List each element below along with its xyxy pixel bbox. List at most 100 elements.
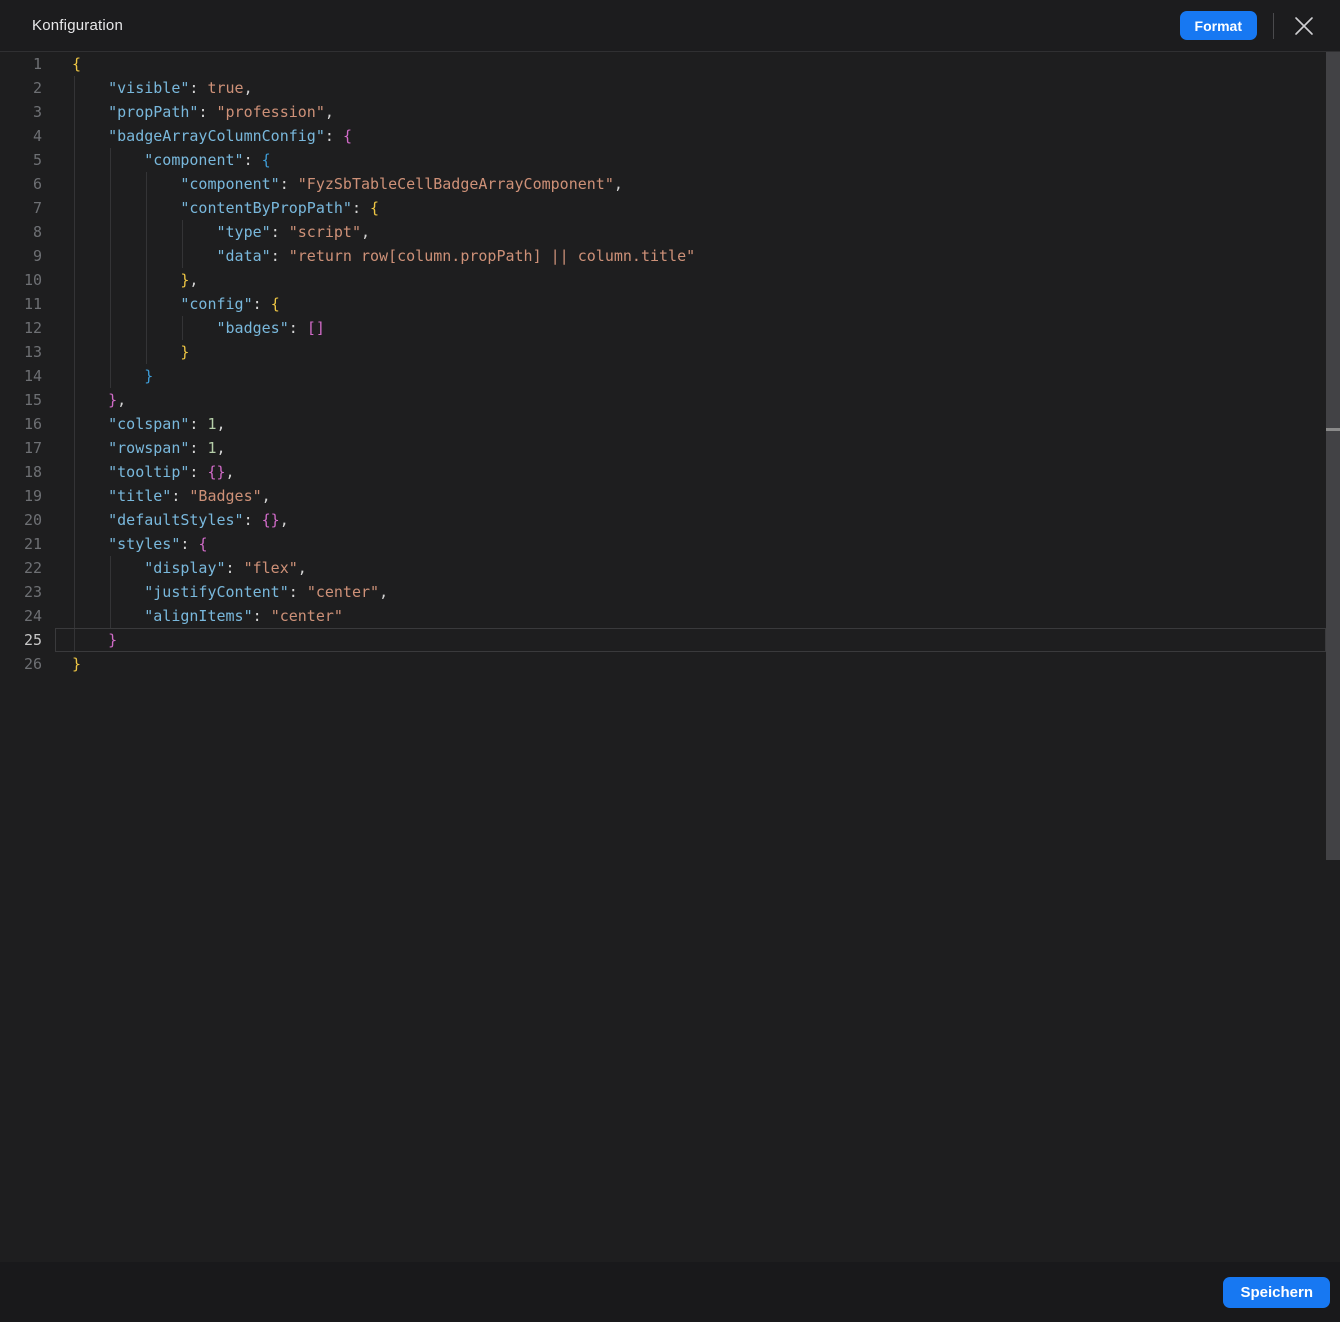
- code-line[interactable]: 11 "config": {: [0, 292, 1340, 316]
- indent-guide: [74, 244, 75, 268]
- code-line[interactable]: 20 "defaultStyles": {},: [0, 508, 1340, 532]
- code-token: "return row[column.propPath] || column.t…: [289, 247, 695, 265]
- code-token: [72, 487, 108, 505]
- indent-guide: [74, 508, 75, 532]
- code-token: ,: [189, 271, 198, 289]
- code-token: }: [72, 655, 81, 673]
- code-line[interactable]: 25 }: [0, 628, 1340, 652]
- code-token: :: [244, 511, 262, 529]
- code-token: {}: [207, 463, 225, 481]
- code-line[interactable]: 6 "component": "FyzSbTableCellBadgeArray…: [0, 172, 1340, 196]
- code-token: "alignItems": [144, 607, 252, 625]
- code-token: [72, 199, 180, 217]
- save-button[interactable]: Speichern: [1223, 1277, 1330, 1308]
- code-line[interactable]: 21 "styles": {: [0, 532, 1340, 556]
- indent-guide: [74, 460, 75, 484]
- code-token: {: [343, 127, 352, 145]
- code-token: true: [207, 79, 243, 97]
- indent-guide: [74, 172, 75, 196]
- code-line[interactable]: 12 "badges": []: [0, 316, 1340, 340]
- indent-guide: [74, 292, 75, 316]
- code-line[interactable]: 3 "propPath": "profession",: [0, 100, 1340, 124]
- code-token: "config": [180, 295, 252, 313]
- indent-guide: [110, 268, 111, 292]
- code-token: ,: [614, 175, 623, 193]
- indent-guide: [74, 580, 75, 604]
- line-number: 21: [0, 532, 42, 556]
- code-token: [72, 391, 108, 409]
- code-token: [72, 367, 144, 385]
- indent-guide: [74, 100, 75, 124]
- code-line[interactable]: 19 "title": "Badges",: [0, 484, 1340, 508]
- indent-guide: [110, 604, 111, 628]
- indent-guide: [74, 628, 75, 652]
- code-line[interactable]: 22 "display": "flex",: [0, 556, 1340, 580]
- code-line[interactable]: 2 "visible": true,: [0, 76, 1340, 100]
- indent-guide: [182, 316, 183, 340]
- code-line[interactable]: 13 }: [0, 340, 1340, 364]
- line-number: 13: [0, 340, 42, 364]
- code-line[interactable]: 24 "alignItems": "center": [0, 604, 1340, 628]
- code-line[interactable]: 9 "data": "return row[column.propPath] |…: [0, 244, 1340, 268]
- code-token: :: [253, 295, 271, 313]
- code-line[interactable]: 8 "type": "script",: [0, 220, 1340, 244]
- dialog-footer: Speichern: [0, 1262, 1340, 1322]
- indent-guide: [74, 484, 75, 508]
- code-token: :: [189, 79, 207, 97]
- indent-guide: [182, 244, 183, 268]
- code-token: :: [289, 319, 307, 337]
- indent-guide: [110, 148, 111, 172]
- code-token: ,: [217, 415, 226, 433]
- code-line[interactable]: 18 "tooltip": {},: [0, 460, 1340, 484]
- code-token: "Badges": [189, 487, 261, 505]
- scrollbar-track[interactable]: [1326, 52, 1340, 1262]
- code-line[interactable]: 4 "badgeArrayColumnConfig": {: [0, 124, 1340, 148]
- code-token: [72, 463, 108, 481]
- line-number: 9: [0, 244, 42, 268]
- code-editor[interactable]: 1{2 "visible": true,3 "propPath": "profe…: [0, 52, 1340, 1262]
- line-number: 15: [0, 388, 42, 412]
- code-token: {: [271, 295, 280, 313]
- indent-guide: [110, 292, 111, 316]
- format-button[interactable]: Format: [1180, 11, 1257, 40]
- line-number: 1: [0, 52, 42, 76]
- code-token: }: [108, 391, 117, 409]
- code-token: "center": [307, 583, 379, 601]
- scrollbar-thumb[interactable]: [1326, 52, 1340, 860]
- code-line[interactable]: 10 },: [0, 268, 1340, 292]
- code-line[interactable]: 7 "contentByPropPath": {: [0, 196, 1340, 220]
- code-token: "data": [217, 247, 271, 265]
- code-token: {: [198, 535, 207, 553]
- code-token: "rowspan": [108, 439, 189, 457]
- code-token: ,: [298, 559, 307, 577]
- indent-guide: [74, 316, 75, 340]
- code-token: :: [189, 463, 207, 481]
- code-token: :: [180, 535, 198, 553]
- code-token: [72, 127, 108, 145]
- line-number: 8: [0, 220, 42, 244]
- code-token: {: [72, 55, 81, 73]
- code-line[interactable]: 26}: [0, 652, 1340, 676]
- indent-guide: [110, 196, 111, 220]
- code-line[interactable]: 16 "colspan": 1,: [0, 412, 1340, 436]
- code-line[interactable]: 5 "component": {: [0, 148, 1340, 172]
- code-token: "FyzSbTableCellBadgeArrayComponent": [298, 175, 614, 193]
- code-line[interactable]: 23 "justifyContent": "center",: [0, 580, 1340, 604]
- code-line[interactable]: 17 "rowspan": 1,: [0, 436, 1340, 460]
- code-token: "styles": [108, 535, 180, 553]
- line-number: 2: [0, 76, 42, 100]
- code-token: "center": [271, 607, 343, 625]
- line-number: 12: [0, 316, 42, 340]
- code-line[interactable]: 14 }: [0, 364, 1340, 388]
- indent-guide: [110, 580, 111, 604]
- code-token: [72, 223, 217, 241]
- code-token: ,: [117, 391, 126, 409]
- page-title: Konfiguration: [32, 17, 123, 34]
- code-token: "badgeArrayColumnConfig": [108, 127, 325, 145]
- code-token: :: [189, 415, 207, 433]
- close-button[interactable]: [1290, 12, 1318, 40]
- code-token: ,: [217, 439, 226, 457]
- code-line[interactable]: 15 },: [0, 388, 1340, 412]
- code-token: []: [307, 319, 325, 337]
- code-line[interactable]: 1{: [0, 52, 1340, 76]
